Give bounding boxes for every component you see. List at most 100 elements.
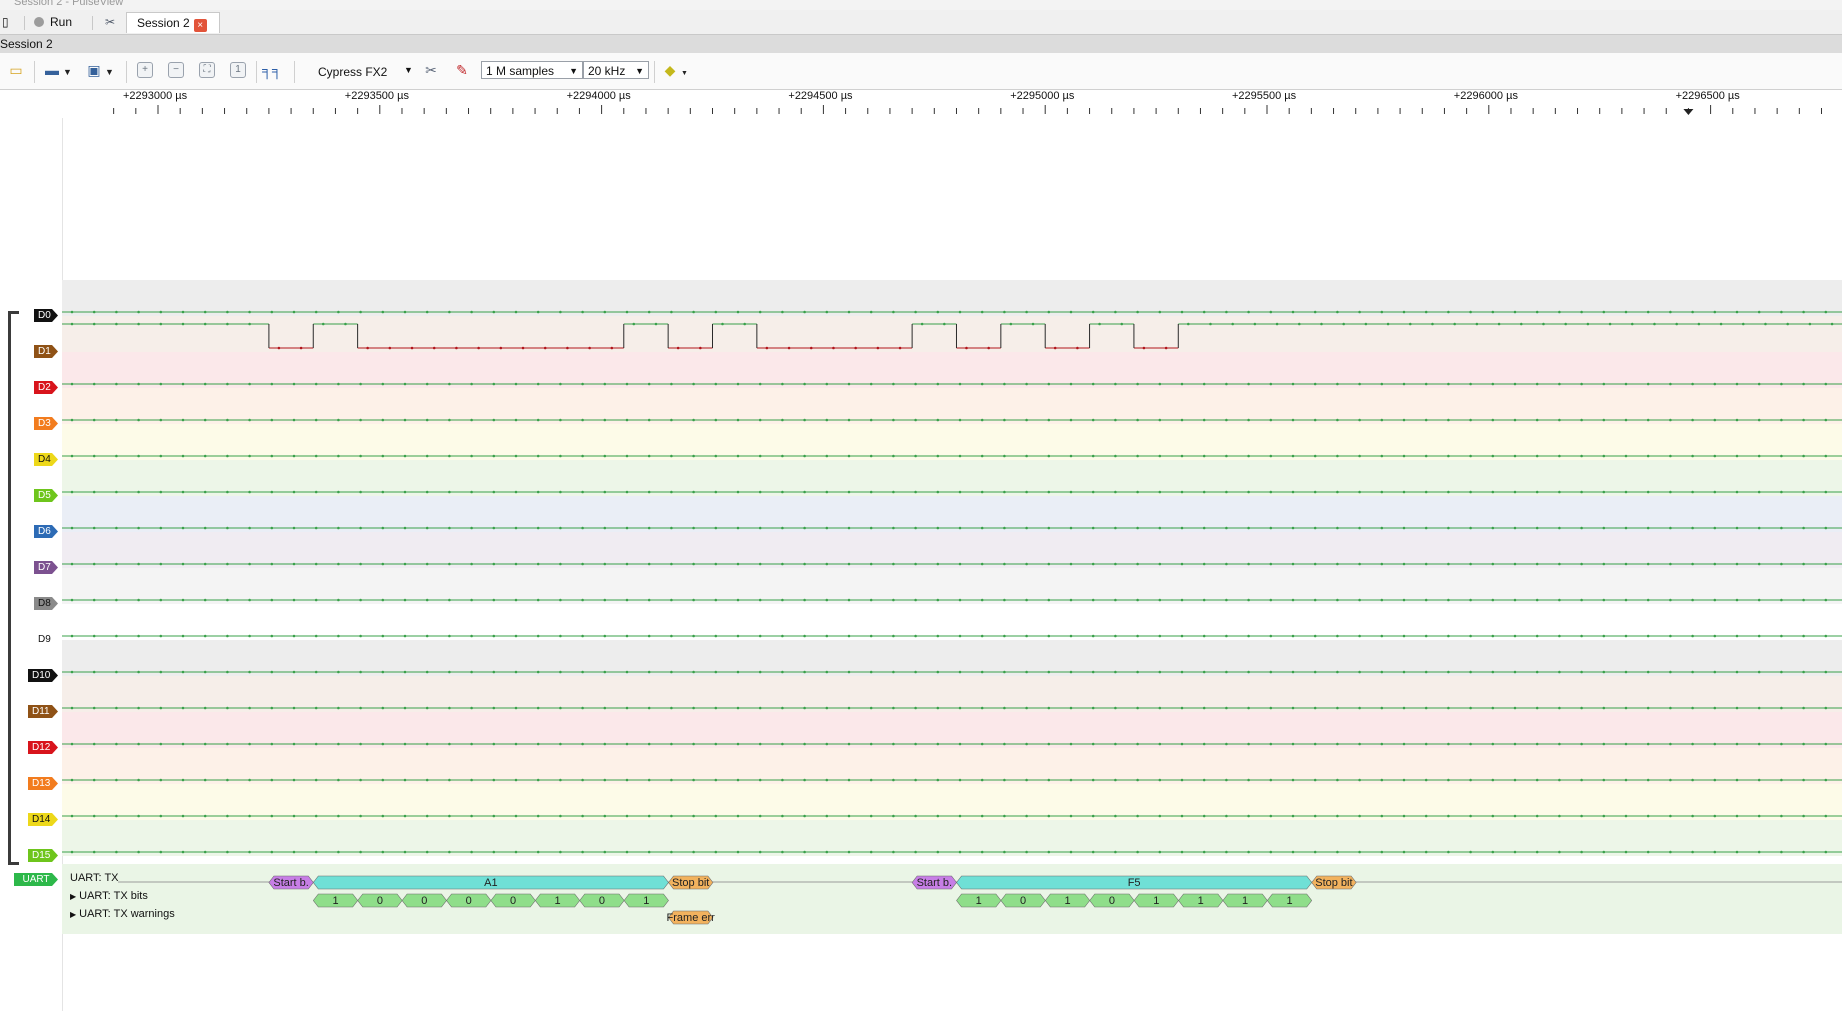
uart-bit-text: 1 xyxy=(554,895,560,907)
sample-dot xyxy=(647,418,651,422)
sample-dot xyxy=(670,418,673,422)
ruler-label: +2293500 µs xyxy=(344,90,409,102)
sample-dot xyxy=(1380,562,1384,566)
uart-bit[interactable]: 0 xyxy=(446,893,492,908)
run-button[interactable]: Run xyxy=(34,12,72,32)
uart-bit[interactable]: 1 xyxy=(623,893,669,908)
sample-dot xyxy=(781,562,784,566)
sample-dot xyxy=(1824,562,1828,566)
sample-dot xyxy=(1114,598,1117,602)
sample-dot xyxy=(381,706,385,710)
uart-stop-bit[interactable]: Stop bit xyxy=(1311,875,1357,890)
sample-dot xyxy=(1380,850,1384,854)
trace-view[interactable] xyxy=(62,280,1842,930)
uart-bit[interactable]: 1 xyxy=(1178,893,1224,908)
uart-bit[interactable]: 0 xyxy=(490,893,536,908)
uart-data-byte[interactable]: F5 xyxy=(956,875,1313,890)
sample-dot xyxy=(987,346,990,350)
sample-dot xyxy=(492,598,496,602)
uart-stop-bit[interactable]: Stop bit xyxy=(668,875,714,890)
zoom-in-button[interactable]: + xyxy=(137,61,153,81)
uart-bit[interactable]: 0 xyxy=(401,893,447,908)
close-icon[interactable]: × xyxy=(193,19,207,32)
sample-dot xyxy=(203,814,207,818)
sample-dot xyxy=(70,526,74,530)
time-ruler[interactable]: +2293000 µs +2293500 µs +2294000 µs +229450… xyxy=(62,90,1842,118)
uart-warning[interactable]: Frame err xyxy=(667,910,716,925)
sample-dot xyxy=(1780,598,1783,602)
sample-dot xyxy=(1513,850,1517,854)
sample-dot xyxy=(1358,670,1361,674)
channel-label-d10[interactable]: D10 xyxy=(28,669,58,682)
uart-bit[interactable]: 0 xyxy=(1000,893,1046,908)
sample-dot xyxy=(137,778,140,782)
sample-dot xyxy=(270,742,274,746)
uart-start-bit[interactable]: Start b. xyxy=(268,875,314,890)
sample-rate-select[interactable]: 20 kHz ▼ xyxy=(583,61,649,79)
sample-dot xyxy=(1469,742,1472,746)
uart-bit[interactable]: 1 xyxy=(534,893,581,908)
probes-button[interactable]: ✎ xyxy=(452,61,472,81)
sample-count-select[interactable]: 1 M samples ▼ xyxy=(481,61,583,79)
uart-bit[interactable]: 1 xyxy=(1133,893,1179,908)
sample-dot xyxy=(914,454,917,458)
sample-dot xyxy=(181,454,185,458)
channel-label-d11[interactable]: D11 xyxy=(28,705,58,718)
sample-dot xyxy=(914,562,917,566)
sample-dot xyxy=(1757,598,1761,602)
sample-dot xyxy=(1180,670,1184,674)
zoom-out-button[interactable]: − xyxy=(168,61,184,81)
sample-dot xyxy=(1247,706,1250,710)
device-selector[interactable]: Cypress FX2 xyxy=(318,65,387,79)
cursors-button[interactable]: ╕╕ xyxy=(262,61,282,81)
uart-bit[interactable]: 0 xyxy=(579,893,625,908)
sample-dot xyxy=(514,670,518,674)
uart-decoder-label[interactable]: UART xyxy=(14,873,58,886)
sample-dot xyxy=(692,490,695,494)
sample-dot xyxy=(1003,742,1006,746)
sample-dot xyxy=(1069,742,1073,746)
sample-dot xyxy=(536,490,540,494)
channel-label-d12[interactable]: D12 xyxy=(28,741,58,754)
uart-annotations[interactable]: Start b. A1 Stop bit 1 0 0 0 0 1 0 1 Frame err Start… xyxy=(62,864,1842,934)
sample-dot xyxy=(1402,850,1406,854)
uart-bit[interactable]: 0 xyxy=(1089,893,1135,908)
sample-dot xyxy=(980,850,984,854)
channel-label-d14[interactable]: D14 xyxy=(28,813,58,826)
sample-dot xyxy=(403,490,407,494)
uart-data-byte[interactable]: A1 xyxy=(312,875,669,890)
sample-dot xyxy=(492,706,496,710)
chevron-down-icon[interactable]: ▼ xyxy=(404,65,413,85)
zoom-one-button[interactable]: 1 xyxy=(230,61,246,81)
sample-dot xyxy=(536,562,540,566)
zoom-fit-icon: ⛶ xyxy=(199,62,215,78)
sample-dot xyxy=(736,454,740,458)
sample-dot xyxy=(825,778,829,782)
sample-dot xyxy=(1735,742,1739,746)
sample-dot xyxy=(92,598,96,602)
zoom-fit-button[interactable]: ⛶ xyxy=(199,61,215,81)
sample-dot xyxy=(1513,418,1517,422)
uart-bit[interactable]: 1 xyxy=(312,893,359,908)
tools-icon[interactable]: ✂ xyxy=(100,12,120,32)
sample-dot xyxy=(1269,670,1273,674)
channel-label-d15[interactable]: D15 xyxy=(28,849,58,862)
uart-bit[interactable]: 1 xyxy=(956,893,1002,908)
new-session-button[interactable]: ▭ xyxy=(6,61,26,81)
sample-dot xyxy=(92,850,96,854)
configure-device-button[interactable]: ✂ xyxy=(421,61,441,81)
channel-label-d13[interactable]: D13 xyxy=(28,777,58,790)
open-button[interactable]: ▬ ▼ xyxy=(42,61,72,81)
save-button[interactable]: ▣ ▼ xyxy=(84,61,114,81)
uart-bit[interactable]: 1 xyxy=(1266,893,1313,908)
new-tab-icon[interactable]: ▯ xyxy=(2,12,16,32)
sample-dot xyxy=(1491,526,1495,530)
add-decoder-button[interactable]: ◆ ▼ xyxy=(660,61,688,81)
sample-dot xyxy=(514,598,518,602)
uart-bit[interactable]: 1 xyxy=(1044,893,1091,908)
uart-bit[interactable]: 1 xyxy=(1222,893,1268,908)
trigger-marker-icon[interactable] xyxy=(1683,109,1694,115)
uart-start-bit[interactable]: Start b. xyxy=(911,875,957,890)
uart-bit[interactable]: 0 xyxy=(357,893,403,908)
tab-session-2[interactable]: Session 2 × xyxy=(126,12,220,33)
